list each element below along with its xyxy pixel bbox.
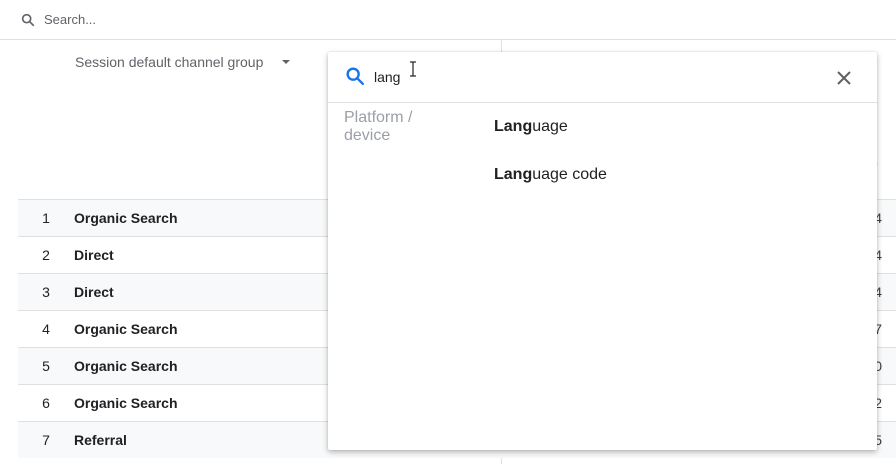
row-index: 2: [42, 247, 50, 263]
row-label: Organic Search: [74, 395, 178, 411]
report-search-bar[interactable]: Search...: [0, 0, 896, 40]
dimension-search-row: [328, 52, 877, 103]
row-index: 1: [42, 210, 50, 226]
dimension-option-language-code[interactable]: Language code: [494, 166, 607, 184]
dimension-option-language[interactable]: Language: [494, 118, 568, 136]
dimension-header[interactable]: Session default channel group: [75, 54, 263, 70]
row-label: Organic Search: [74, 321, 178, 337]
row-index: 6: [42, 395, 50, 411]
search-input[interactable]: Search...: [44, 12, 96, 27]
search-icon: [21, 13, 35, 27]
row-index: 4: [42, 321, 50, 337]
row-index: 7: [42, 432, 50, 448]
row-label: Referral: [74, 432, 127, 448]
row-label: Organic Search: [74, 210, 178, 226]
chevron-down-icon[interactable]: [279, 57, 293, 67]
row-label: Organic Search: [74, 358, 178, 374]
search-icon: [346, 67, 364, 85]
dimension-search-input[interactable]: [372, 64, 776, 90]
dimension-picker-dialog: Platform / device Language Language code: [328, 52, 877, 450]
close-icon[interactable]: [832, 66, 856, 90]
row-index: 5: [42, 358, 50, 374]
row-label: Direct: [74, 247, 114, 263]
text-cursor-icon: [410, 61, 416, 77]
row-index: 3: [42, 284, 50, 300]
row-label: Direct: [74, 284, 114, 300]
dimension-category: Platform / device: [344, 109, 413, 144]
